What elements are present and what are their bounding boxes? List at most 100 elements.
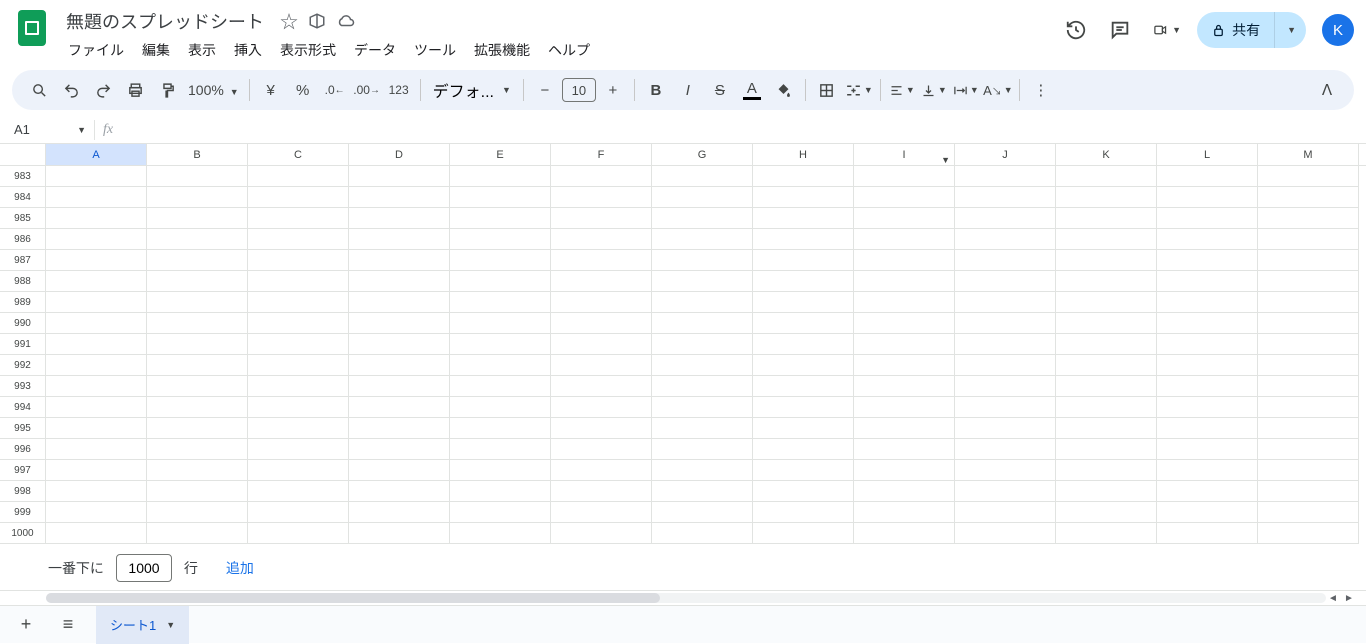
- cell[interactable]: [854, 439, 955, 460]
- cell[interactable]: [753, 481, 854, 502]
- cell[interactable]: [1157, 334, 1258, 355]
- cell[interactable]: [1056, 439, 1157, 460]
- cell[interactable]: [1258, 334, 1359, 355]
- cell[interactable]: [753, 166, 854, 187]
- cell[interactable]: [147, 439, 248, 460]
- cell[interactable]: [1258, 229, 1359, 250]
- add-sheet-icon[interactable]: +: [12, 611, 40, 639]
- rotate-icon[interactable]: A↘▼: [983, 75, 1013, 105]
- cell[interactable]: [955, 187, 1056, 208]
- cell[interactable]: [551, 313, 652, 334]
- cell[interactable]: [1258, 355, 1359, 376]
- cell[interactable]: [1258, 460, 1359, 481]
- cell[interactable]: [248, 313, 349, 334]
- cell[interactable]: [46, 292, 147, 313]
- bold-icon[interactable]: B: [641, 75, 671, 105]
- cell[interactable]: [753, 502, 854, 523]
- cell[interactable]: [349, 355, 450, 376]
- cell[interactable]: [1157, 313, 1258, 334]
- cell[interactable]: [753, 292, 854, 313]
- borders-icon[interactable]: [812, 75, 842, 105]
- cell[interactable]: [450, 250, 551, 271]
- cell[interactable]: [652, 481, 753, 502]
- cell[interactable]: [551, 439, 652, 460]
- cell[interactable]: [652, 502, 753, 523]
- cell[interactable]: [1056, 418, 1157, 439]
- cell[interactable]: [753, 334, 854, 355]
- cell[interactable]: [248, 460, 349, 481]
- cell[interactable]: [147, 229, 248, 250]
- cell[interactable]: [1056, 208, 1157, 229]
- cell[interactable]: [1258, 523, 1359, 544]
- cell[interactable]: [1056, 292, 1157, 313]
- paint-format-icon[interactable]: [152, 75, 182, 105]
- cell[interactable]: [147, 250, 248, 271]
- cell[interactable]: [349, 523, 450, 544]
- sheet-tab-1[interactable]: シート1 ▼: [96, 606, 189, 644]
- cell[interactable]: [854, 460, 955, 481]
- cell[interactable]: [349, 166, 450, 187]
- cell[interactable]: [450, 418, 551, 439]
- cell[interactable]: [1258, 397, 1359, 418]
- cell[interactable]: [854, 313, 955, 334]
- cell[interactable]: [1157, 418, 1258, 439]
- cell[interactable]: [753, 460, 854, 481]
- cell[interactable]: [248, 334, 349, 355]
- cell[interactable]: [955, 313, 1056, 334]
- row-header[interactable]: 995: [0, 418, 46, 439]
- menu-file[interactable]: ファイル: [60, 36, 132, 64]
- cloud-status-icon[interactable]: [336, 12, 356, 30]
- cell[interactable]: [955, 460, 1056, 481]
- row-header[interactable]: 993: [0, 376, 46, 397]
- cell[interactable]: [551, 376, 652, 397]
- cell[interactable]: [147, 271, 248, 292]
- cell[interactable]: [450, 334, 551, 355]
- cell[interactable]: [955, 166, 1056, 187]
- cell[interactable]: [551, 250, 652, 271]
- scroll-right-icon[interactable]: ►: [1344, 593, 1358, 604]
- cell[interactable]: [652, 418, 753, 439]
- sheets-logo[interactable]: [12, 8, 52, 48]
- horizontal-scrollbar[interactable]: ◄ ►: [0, 591, 1366, 605]
- cell[interactable]: [854, 376, 955, 397]
- cell[interactable]: [349, 460, 450, 481]
- collapse-toolbar-icon[interactable]: ᐱ: [1312, 75, 1342, 105]
- cell[interactable]: [753, 439, 854, 460]
- cell[interactable]: [753, 376, 854, 397]
- doc-title[interactable]: 無題のスプレッドシート: [60, 6, 270, 36]
- cell[interactable]: [46, 229, 147, 250]
- column-header-I[interactable]: I▼: [854, 144, 955, 165]
- cell[interactable]: [955, 439, 1056, 460]
- valign-icon[interactable]: ▼: [919, 75, 949, 105]
- row-header[interactable]: 991: [0, 334, 46, 355]
- column-header-L[interactable]: L: [1157, 144, 1258, 165]
- cell[interactable]: [1258, 187, 1359, 208]
- cell[interactable]: [1157, 439, 1258, 460]
- cell[interactable]: [1056, 523, 1157, 544]
- cell[interactable]: [248, 355, 349, 376]
- cell[interactable]: [450, 208, 551, 229]
- cell[interactable]: [753, 229, 854, 250]
- cell[interactable]: [1056, 250, 1157, 271]
- cell[interactable]: [147, 397, 248, 418]
- cell[interactable]: [349, 334, 450, 355]
- cell[interactable]: [854, 208, 955, 229]
- percent-button[interactable]: %: [288, 75, 318, 105]
- cell[interactable]: [1258, 481, 1359, 502]
- cell[interactable]: [1157, 523, 1258, 544]
- cell[interactable]: [652, 292, 753, 313]
- cell[interactable]: [854, 229, 955, 250]
- increase-decimal-icon[interactable]: .00→: [352, 75, 382, 105]
- cell[interactable]: [854, 271, 955, 292]
- cell[interactable]: [46, 460, 147, 481]
- cell[interactable]: [551, 208, 652, 229]
- cell[interactable]: [1157, 250, 1258, 271]
- cell[interactable]: [854, 418, 955, 439]
- font-select[interactable]: デフォ...▼: [427, 78, 517, 102]
- text-color-icon[interactable]: A: [737, 75, 767, 105]
- zoom-select[interactable]: 100% ▼: [184, 82, 243, 98]
- cell[interactable]: [1157, 460, 1258, 481]
- cell[interactable]: [349, 208, 450, 229]
- cell[interactable]: [349, 418, 450, 439]
- cell[interactable]: [248, 208, 349, 229]
